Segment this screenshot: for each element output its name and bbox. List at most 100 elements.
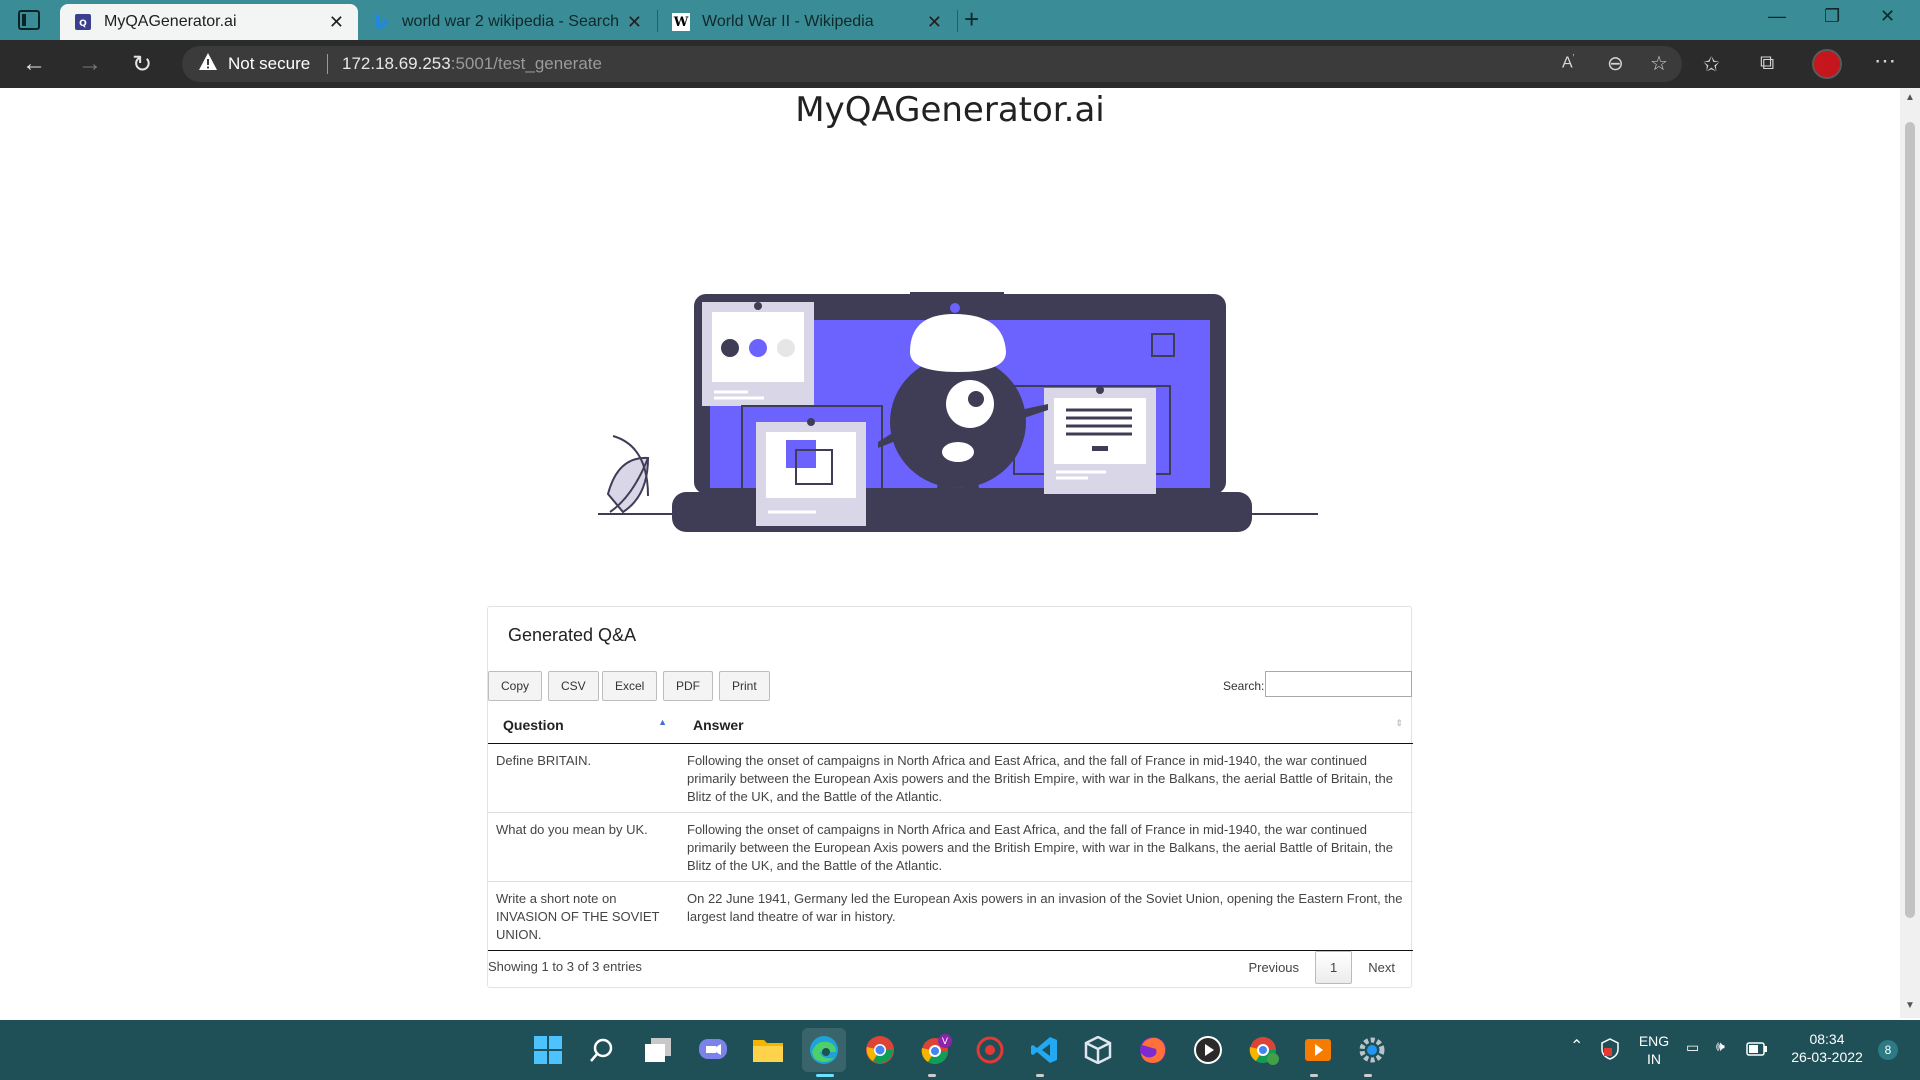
excel-button[interactable]: Excel (602, 671, 658, 701)
generated-qa-card: Generated Q&A Copy CSV Excel PDF Print S… (487, 606, 1413, 988)
page-1-button[interactable]: 1 (1315, 951, 1353, 984)
virtualbox-icon[interactable] (1082, 1034, 1114, 1066)
network-security-icon[interactable] (1600, 1038, 1620, 1065)
qa-favicon-icon: Q (74, 13, 92, 31)
tab-wikipedia[interactable]: W World War II - Wikipedia ✕ (658, 4, 956, 40)
svg-text:Q: Q (79, 19, 87, 29)
chat-icon[interactable] (697, 1034, 729, 1066)
settings-icon[interactable] (1356, 1034, 1388, 1066)
close-window-icon[interactable]: ✕ (1880, 6, 1895, 27)
read-aloud-icon[interactable]: Aʼ (1562, 53, 1575, 72)
network-icon[interactable]: ▭ (1686, 1038, 1699, 1056)
table-header-row: Question ▲ Answer ⇕ (488, 707, 1413, 744)
volume-icon[interactable]: 🕪 (1716, 1037, 1725, 1055)
back-icon[interactable]: ← (22, 50, 46, 78)
copy-button[interactable]: Copy (488, 671, 543, 701)
column-header-answer[interactable]: Answer ⇕ (679, 707, 1413, 744)
media-player-icon[interactable] (1192, 1034, 1224, 1066)
clock-time: 08:34 (1809, 1031, 1845, 1047)
tab-bing-search[interactable]: world war 2 wikipedia - Search ✕ (358, 4, 656, 40)
close-tab-icon[interactable]: ✕ (627, 12, 642, 33)
profile-avatar[interactable] (1812, 49, 1842, 79)
qa-table: Question ▲ Answer ⇕ Define BRITAIN. Foll… (488, 707, 1413, 951)
firefox-icon[interactable] (1137, 1034, 1169, 1066)
minimize-icon[interactable]: — (1768, 6, 1786, 27)
zoom-out-icon[interactable]: ⊖ (1607, 51, 1624, 76)
clock[interactable]: 08:34 26-03-2022 (1784, 1030, 1870, 1066)
settings-more-icon[interactable]: ⋯ (1874, 48, 1896, 74)
question-cell: Write a short note on INVASION OF THE SO… (488, 881, 679, 951)
svg-text:V: V (942, 1037, 949, 1047)
active-app-indicator (816, 1074, 834, 1077)
wikipedia-icon: W (672, 13, 690, 31)
forward-icon[interactable]: → (78, 50, 102, 78)
add-favorite-icon[interactable]: ☆ (1650, 51, 1668, 76)
warning-icon (199, 53, 217, 70)
close-tab-icon[interactable]: ✕ (927, 12, 942, 33)
windows-taskbar: V ⌃ ENG IN ▭ 🕪 08:34 26-03-2022 8 (0, 1020, 1920, 1080)
running-app-indicator (928, 1074, 936, 1077)
running-app-indicator (1364, 1074, 1372, 1077)
search-input[interactable] (1265, 671, 1412, 697)
address-divider (327, 54, 328, 74)
show-hidden-icons-icon[interactable]: ⌃ (1570, 1038, 1583, 1056)
running-app-indicator (1310, 1074, 1318, 1077)
chrome-profile-icon[interactable]: V (920, 1034, 952, 1066)
browser-tab-strip: Q MyQAGenerator.ai ✕ world war 2 wikiped… (0, 0, 1920, 40)
scrollbar-thumb[interactable] (1905, 122, 1915, 918)
vlc-icon[interactable] (1302, 1034, 1334, 1066)
start-icon[interactable] (532, 1034, 564, 1066)
record-icon[interactable] (974, 1034, 1006, 1066)
pdf-button[interactable]: PDF (663, 671, 713, 701)
vscode-icon[interactable] (1028, 1034, 1060, 1066)
battery-icon[interactable] (1746, 1042, 1768, 1061)
question-cell: Define BRITAIN. (488, 743, 679, 813)
question-cell: What do you mean by UK. (488, 812, 679, 882)
tab-title: world war 2 wikipedia - Search (402, 13, 619, 30)
task-view-icon[interactable] (642, 1034, 674, 1066)
tab-actions-menu-icon[interactable] (18, 10, 40, 30)
notification-badge[interactable]: 8 (1878, 1040, 1898, 1060)
security-label[interactable]: Not secure (228, 54, 310, 74)
restore-icon[interactable]: ❐ (1824, 6, 1840, 27)
page-content: MyQAGenerator.ai ? ? (0, 88, 1900, 1018)
search-icon[interactable] (586, 1034, 618, 1066)
page-scrollbar[interactable]: ▲ ▼ (1900, 88, 1920, 1018)
tab-title: MyQAGenerator.ai (104, 13, 237, 30)
table-row: Define BRITAIN. Following the onset of c… (488, 743, 1413, 813)
print-button[interactable]: Print (719, 671, 770, 701)
language-indicator[interactable]: ENG IN (1638, 1032, 1670, 1068)
next-page-button[interactable]: Next (1352, 951, 1411, 984)
page-title: MyQAGenerator.ai (795, 90, 1105, 130)
qa-hero-illustration: ? ? (598, 292, 1318, 532)
url-host: 172.18.69.253 (342, 54, 451, 73)
file-explorer-icon[interactable] (752, 1034, 784, 1066)
url-path: :5001/test_generate (450, 54, 602, 73)
table-row: Write a short note on INVASION OF THE SO… (488, 881, 1413, 951)
answer-cell: Following the onset of campaigns in Nort… (679, 743, 1413, 813)
answer-cell: Following the onset of campaigns in Nort… (679, 812, 1413, 882)
search-label: Search: (1223, 679, 1265, 693)
new-tab-icon[interactable]: + (964, 4, 979, 35)
edge-icon[interactable] (802, 1028, 846, 1072)
url-text[interactable]: 172.18.69.253:5001/test_generate (342, 54, 602, 74)
refresh-icon[interactable]: ↻ (132, 50, 152, 79)
tab-myqagenerator[interactable]: Q MyQAGenerator.ai ✕ (60, 4, 358, 40)
favorites-icon[interactable]: ✩ (1703, 52, 1720, 77)
chrome-icon[interactable] (1248, 1034, 1280, 1066)
tab-divider (957, 10, 958, 32)
card-title: Generated Q&A (508, 625, 637, 645)
pagination: Previous 1 Next (1232, 951, 1411, 984)
table-row: What do you mean by UK. Following the on… (488, 812, 1413, 882)
previous-page-button[interactable]: Previous (1232, 951, 1315, 984)
scroll-down-icon[interactable]: ▼ (1905, 1000, 1915, 1011)
scroll-up-icon[interactable]: ▲ (1905, 92, 1915, 103)
address-bar[interactable]: Not secure 172.18.69.253:5001/test_gener… (182, 46, 1682, 82)
clock-date: 26-03-2022 (1791, 1049, 1863, 1065)
collections-icon[interactable]: ⧉ (1760, 52, 1774, 75)
csv-button[interactable]: CSV (548, 671, 599, 701)
close-tab-icon[interactable]: ✕ (329, 12, 344, 33)
plant-leaf-icon (608, 457, 648, 512)
column-header-question[interactable]: Question ▲ (488, 707, 679, 744)
chrome-icon[interactable] (864, 1034, 896, 1066)
